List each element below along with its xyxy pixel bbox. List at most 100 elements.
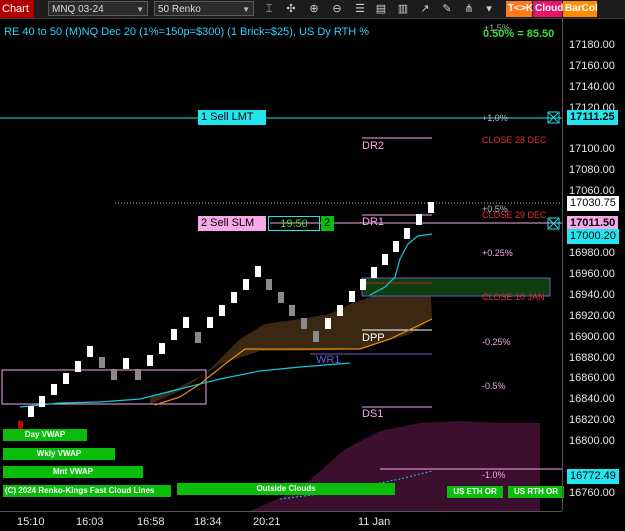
pct-minus-05-label: -0.5% (482, 381, 506, 391)
us-rth-or-button[interactable]: US RTH OR (508, 486, 564, 498)
renko-brick (99, 357, 105, 368)
pct-plus-05-label: +0.5% (482, 204, 508, 214)
renko-brick (75, 361, 81, 372)
renko-brick (171, 329, 177, 340)
renko-brick (195, 332, 201, 343)
pct-minus-1-label: -1.0% (482, 470, 506, 480)
time-tick-label: 15:10 (17, 516, 45, 528)
chevron-down-icon: ▼ (136, 5, 144, 14)
time-tick-label: 11 Jan (358, 516, 391, 528)
price-tick-label: 16980.00 (569, 247, 615, 259)
renko-brick (183, 317, 189, 328)
zoom-in-icon[interactable]: ⊕ (307, 2, 321, 16)
renko-brick (289, 305, 295, 316)
renko-brick (393, 241, 399, 252)
pct-plus-1-label: +1.0% (482, 113, 508, 123)
dr1-label: DR1 (362, 216, 385, 228)
cloud-toggle-button[interactable]: Cloud (533, 1, 563, 17)
renko-brick (337, 305, 343, 316)
renko-brick (428, 202, 434, 213)
renko-brick (28, 406, 34, 417)
us-eth-or-button[interactable]: US ETH OR (447, 486, 503, 498)
dr2-label: DR2 (362, 140, 385, 152)
magnet-icon[interactable]: ⋔ (462, 2, 476, 16)
renko-brick (301, 318, 307, 329)
pen-icon[interactable]: ✎ (440, 2, 454, 16)
price-tick-label: 17140.00 (569, 81, 615, 93)
renko-brick (87, 346, 93, 357)
mnt-vwap-button[interactable]: Mnt VWAP (3, 466, 143, 478)
renko-brick (39, 396, 45, 407)
chart-toolbar: Chart MNQ 03-24 ▼ 50 Renko ▼ ⌶ ✣ ⊕ ⊖ ☰ ▤… (0, 0, 625, 19)
renko-brick (382, 254, 388, 265)
renko-brick (147, 355, 153, 366)
tk-toggle-button[interactable]: T<>K (506, 1, 533, 17)
price-tick-label: 16920.00 (569, 310, 615, 322)
template-icon[interactable]: ▤ (374, 2, 388, 16)
last-price-tag: 17030.75 (567, 196, 619, 211)
chart-menu-button[interactable]: Chart (0, 0, 34, 18)
pct-minus-025-label: -0.25% (482, 337, 511, 347)
renko-brick (231, 292, 237, 303)
renko-brick (313, 331, 319, 342)
bar-chart-icon[interactable]: ▥ (396, 2, 410, 16)
chart-title: RE 40 to 50 (M)NQ Dec 20 (1%=150p=$300) … (4, 26, 370, 38)
wr1-label: WR1 (316, 354, 341, 366)
renko-brick (325, 318, 331, 329)
low-price-tag: 16772.49 (567, 469, 619, 484)
slm-value-box[interactable]: 19.50 (268, 216, 320, 231)
renko-brick (404, 228, 410, 239)
sell-slm-order[interactable]: 2 Sell SLM (198, 216, 266, 231)
price-tick-label: 16880.00 (569, 352, 615, 364)
price-axis[interactable]: 17180.00 17160.00 17140.00 17120.00 1710… (562, 19, 625, 511)
properties-icon[interactable]: ☰ (353, 2, 367, 16)
time-tick-label: 20:21 (253, 516, 281, 528)
wkly-vwap-button[interactable]: Wkly VWAP (3, 448, 115, 460)
price-tick-label: 16900.00 (569, 331, 615, 343)
lmt-price-tag: 17111.25 (567, 110, 618, 125)
renko-brick (371, 267, 377, 278)
day-vwap-button[interactable]: Day VWAP (3, 429, 87, 441)
price-tick-label: 16820.00 (569, 414, 615, 426)
chevron-down-icon[interactable]: ▾ (482, 2, 496, 16)
line-tool-icon[interactable]: ↗ (418, 2, 432, 16)
slm-qty-box[interactable]: 2 (321, 216, 334, 231)
price-tick-label: 16860.00 (569, 372, 615, 384)
renko-brick (255, 266, 261, 277)
chart-panel[interactable]: RE 40 to 50 (M)NQ Dec 20 (1%=150p=$300) … (0, 19, 564, 511)
ninjatrader-chart-window: Chart MNQ 03-24 ▼ 50 Renko ▼ ⌶ ✣ ⊕ ⊖ ☰ ▤… (0, 0, 625, 531)
close-28-dec-label: CLOSE 28 DEC (482, 135, 547, 145)
ds1-label: DS1 (362, 408, 384, 420)
price-tick-label: 16840.00 (569, 393, 615, 405)
time-axis[interactable]: 15:10 16:03 16:58 18:34 20:21 11 Jan (0, 511, 562, 531)
close-10-jan-label: CLOSE 10 JAN (482, 292, 545, 302)
price-tick-label: 16800.00 (569, 435, 615, 447)
renko-brick (243, 279, 249, 290)
renko-brick (416, 214, 422, 225)
time-tick-label: 18:34 (194, 516, 222, 528)
crosshair-icon[interactable]: ✣ (284, 2, 298, 16)
price-tick-label: 16960.00 (569, 268, 615, 280)
drawing-tools-icon[interactable]: ⌶ (262, 2, 276, 16)
renko-brick (219, 305, 225, 316)
instrument-selector[interactable]: MNQ 03-24 ▼ (48, 1, 148, 16)
renko-brick (63, 373, 69, 384)
sell-lmt-order[interactable]: 1 Sell LMT (198, 110, 266, 125)
price-tick-label: 17180.00 (569, 39, 615, 51)
time-tick-label: 16:58 (137, 516, 165, 528)
price-tick-label: 16760.00 (569, 487, 615, 499)
renko-brick (207, 317, 213, 328)
instrument-value: MNQ 03-24 (52, 4, 104, 15)
renko-brick (349, 291, 355, 302)
zoom-out-icon[interactable]: ⊖ (330, 2, 344, 16)
bar-type-selector[interactable]: 50 Renko ▼ (154, 1, 254, 16)
fast-cloud-lines-button[interactable]: (C) 2024 Renko-Kings Fast Cloud Lines (3, 485, 171, 497)
bar-type-value: 50 Renko (158, 4, 201, 15)
chevron-down-icon: ▼ (242, 5, 250, 14)
time-tick-label: 16:03 (76, 516, 104, 528)
pct-plus-025-label: +0.25% (482, 248, 513, 258)
outside-clouds-button[interactable]: Outside Clouds (177, 483, 395, 495)
barcol-toggle-button[interactable]: BarCol (563, 1, 598, 17)
price-tick-label: 16940.00 (569, 289, 615, 301)
pct-summary: 0.50% = 85.50 (483, 28, 555, 40)
